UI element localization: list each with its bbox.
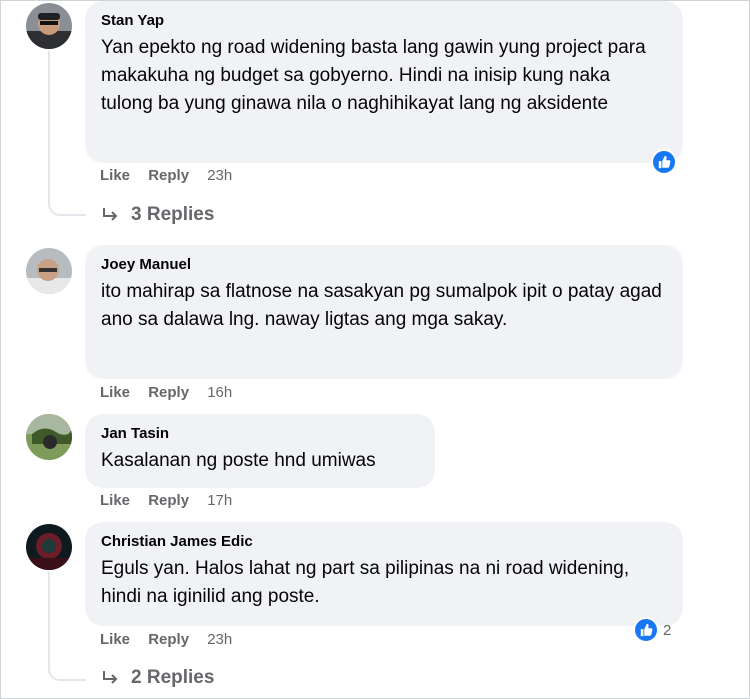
thread-line <box>48 51 50 201</box>
comment-author[interactable]: Joey Manuel <box>101 255 667 275</box>
comment-author[interactable]: Jan Tasin <box>101 424 419 444</box>
comment-text: Eguls yan. Halos lahat ng part sa pilipi… <box>101 558 630 607</box>
timestamp[interactable]: 16h <box>207 384 232 401</box>
comment-text: Kasalanan ng poste hnd umiwas <box>101 450 376 471</box>
thread-connector <box>48 661 86 681</box>
like-button[interactable]: Like <box>100 384 130 401</box>
comment-actions: Like Reply 23h <box>100 631 246 648</box>
comment-actions: Like Reply 23h <box>100 167 246 184</box>
view-replies-button[interactable]: 2 Replies <box>101 667 214 689</box>
comment-author[interactable]: Stan Yap <box>101 11 667 31</box>
timestamp[interactable]: 23h <box>207 631 232 648</box>
comment-text: ito mahirap sa flatnose na sasakyan pg s… <box>101 281 662 330</box>
like-icon[interactable] <box>651 149 677 175</box>
timestamp[interactable]: 17h <box>207 492 232 509</box>
comments-panel: Stan Yap Yan epekto ng road widening bas… <box>0 0 750 699</box>
like-button[interactable]: Like <box>100 167 130 184</box>
like-icon[interactable] <box>633 617 659 643</box>
avatar[interactable] <box>26 248 72 294</box>
comment-author[interactable]: Christian James Edic <box>101 532 667 552</box>
reply-button[interactable]: Reply <box>148 492 189 509</box>
timestamp[interactable]: 23h <box>207 167 232 184</box>
avatar[interactable] <box>26 3 72 49</box>
like-button[interactable]: Like <box>100 631 130 648</box>
reaction-count[interactable]: 2 <box>663 622 671 639</box>
comment-bubble: Joey Manuel ito mahirap sa flatnose na s… <box>85 245 683 379</box>
replies-label: 2 Replies <box>131 667 215 688</box>
comment-bubble: Stan Yap Yan epekto ng road widening bas… <box>85 1 683 163</box>
reply-arrow-icon <box>103 208 118 221</box>
comment-bubble: Jan Tasin Kasalanan ng poste hnd umiwas <box>85 414 435 488</box>
reply-button[interactable]: Reply <box>148 167 189 184</box>
thread-connector <box>48 196 86 216</box>
like-button[interactable]: Like <box>100 492 130 509</box>
comment-bubble: Christian James Edic Eguls yan. Halos la… <box>85 522 683 626</box>
view-replies-button[interactable]: 3 Replies <box>101 204 214 226</box>
comment-text: Yan epekto ng road widening basta lang g… <box>101 37 646 114</box>
reply-button[interactable]: Reply <box>148 631 189 648</box>
avatar[interactable] <box>26 414 72 460</box>
reply-button[interactable]: Reply <box>148 384 189 401</box>
replies-label: 3 Replies <box>131 204 215 225</box>
comment-actions: Like Reply 17h <box>100 492 246 509</box>
reply-arrow-icon <box>103 671 118 684</box>
comment-actions: Like Reply 16h <box>100 384 246 401</box>
avatar[interactable] <box>26 524 72 570</box>
thread-line <box>48 572 50 667</box>
